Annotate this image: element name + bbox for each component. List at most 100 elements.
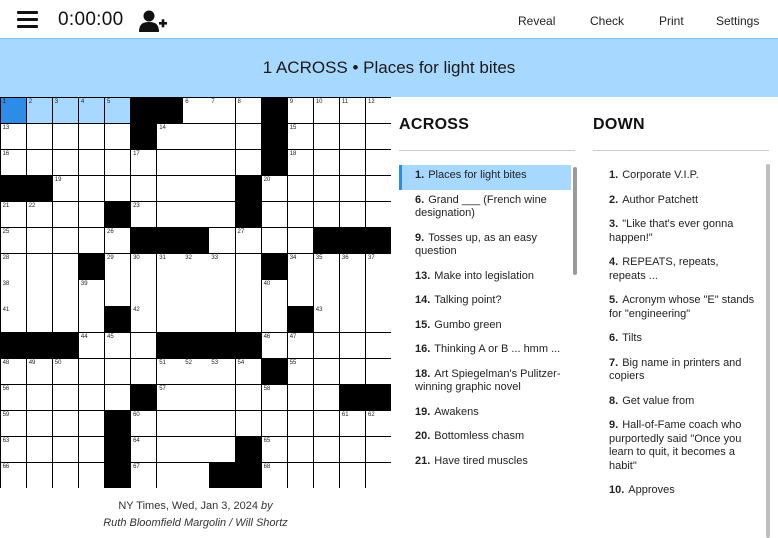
grid-cell[interactable]: 63 (0, 436, 26, 463)
grid-cell[interactable]: 41 (0, 306, 26, 332)
grid-cell[interactable] (78, 202, 105, 228)
grid-cell[interactable]: 66 (0, 463, 26, 489)
grid-cell[interactable] (366, 358, 392, 384)
down-clue-item[interactable]: 4. REPEATS, repeats, repeats ... (593, 252, 765, 290)
down-clue-item[interactable]: 9. Hall-of-Fame coach who purportedly sai… (593, 415, 765, 480)
grid-cell[interactable] (209, 436, 235, 463)
grid-cell[interactable] (339, 332, 366, 358)
across-clue-item[interactable]: 15. Gumbo green (399, 315, 571, 340)
grid-cell[interactable]: 54 (235, 358, 261, 384)
grid-cell[interactable] (183, 463, 209, 489)
hamburger-menu-icon[interactable] (17, 11, 38, 28)
grid-cell[interactable]: 21 (0, 202, 26, 228)
crossword-grid[interactable]: 1 2 3 4 5 6 7 8 9 10 11 12 13 14 15 16 17 18 19 20 21 22 23 25 2… (0, 97, 392, 489)
grid-cell[interactable] (78, 358, 105, 384)
grid-cell[interactable]: 64 (131, 436, 157, 463)
grid-cell[interactable] (313, 149, 340, 176)
grid-cell[interactable]: 10 (313, 97, 340, 123)
grid-cell[interactable] (235, 254, 261, 280)
grid-cell[interactable] (366, 123, 392, 150)
grid-cell[interactable] (339, 202, 366, 228)
grid-cell[interactable] (105, 358, 131, 384)
grid-cell[interactable] (366, 202, 392, 228)
grid-cell[interactable]: 6 (183, 97, 209, 123)
grid-cell[interactable] (339, 175, 366, 202)
grid-cell[interactable] (235, 280, 261, 306)
grid-cell[interactable] (131, 280, 157, 306)
grid-cell[interactable] (235, 384, 261, 411)
grid-cell[interactable]: 8 (235, 97, 261, 123)
grid-cell[interactable] (78, 149, 105, 176)
grid-cell[interactable] (235, 306, 261, 332)
grid-cell[interactable]: 12 (366, 97, 392, 123)
grid-cell[interactable]: 44 (78, 332, 105, 358)
across-clue-item[interactable]: 6. Grand ___ (French wine designation) (399, 190, 571, 228)
grid-cell[interactable]: 40 (261, 280, 287, 306)
grid-cell[interactable] (339, 436, 366, 463)
grid-cell[interactable]: 46 (261, 332, 287, 358)
grid-cell[interactable] (131, 332, 157, 358)
grid-cell[interactable]: 19 (52, 175, 79, 202)
grid-cell[interactable]: 17 (131, 149, 157, 176)
grid-cell[interactable] (366, 175, 392, 202)
grid-cell[interactable] (313, 280, 340, 306)
grid-cell[interactable] (26, 463, 53, 489)
down-clue-item[interactable]: 5. Acronym whose "E" stands for "engineer… (593, 290, 765, 328)
grid-cell[interactable] (313, 202, 340, 228)
grid-cell[interactable] (78, 463, 105, 489)
grid-cell[interactable] (52, 463, 79, 489)
grid-cell[interactable] (366, 149, 392, 176)
grid-cell[interactable] (287, 410, 314, 437)
grid-cell[interactable] (52, 202, 79, 228)
grid-cell[interactable] (105, 149, 131, 176)
grid-cell[interactable]: 51 (157, 358, 183, 384)
grid-cell[interactable]: 53 (209, 358, 235, 384)
grid-cell[interactable]: 33 (209, 254, 235, 280)
grid-cell[interactable]: 52 (183, 358, 209, 384)
grid-cell[interactable] (131, 358, 157, 384)
grid-cell[interactable] (209, 228, 235, 254)
grid-cell[interactable] (52, 436, 79, 463)
grid-cell[interactable] (313, 410, 340, 437)
grid-cell[interactable] (26, 306, 53, 332)
grid-cell[interactable]: 68 (261, 463, 287, 489)
across-scrollbar[interactable] (573, 167, 577, 275)
grid-cell[interactable] (78, 228, 105, 254)
grid-cell[interactable]: 67 (131, 463, 157, 489)
grid-cell[interactable] (313, 358, 340, 384)
across-clue-item[interactable]: 14. Talking point? (399, 290, 571, 315)
grid-cell[interactable] (209, 175, 235, 202)
grid-cell[interactable]: 43 (313, 306, 340, 332)
grid-cell[interactable]: 65 (261, 436, 287, 463)
grid-cell[interactable] (209, 306, 235, 332)
grid-cell[interactable] (105, 384, 131, 411)
grid-cell[interactable]: 14 (157, 123, 183, 150)
down-clue-item[interactable]: 2. Author Patchett (593, 190, 765, 215)
grid-cell[interactable]: 9 (287, 97, 314, 123)
grid-cell[interactable] (157, 463, 183, 489)
grid-cell[interactable] (52, 306, 79, 332)
grid-cell[interactable] (313, 123, 340, 150)
grid-cell[interactable] (105, 280, 131, 306)
grid-cell[interactable]: 13 (0, 123, 26, 150)
grid-cell[interactable] (26, 280, 53, 306)
grid-cell[interactable]: 38 (0, 280, 26, 306)
grid-cell[interactable]: 61 (339, 410, 366, 437)
grid-cell[interactable] (287, 175, 314, 202)
grid-cell[interactable] (287, 202, 314, 228)
down-clue-item[interactable]: 7. Big name in printers and copiers (593, 353, 765, 391)
grid-cell[interactable]: 60 (131, 410, 157, 437)
down-clue-item[interactable]: 3. "Like that's ever gonna happen!" (593, 214, 765, 252)
grid-cell[interactable]: 11 (339, 97, 366, 123)
grid-cell[interactable] (339, 358, 366, 384)
grid-cell[interactable] (105, 123, 131, 150)
grid-cell[interactable] (52, 149, 79, 176)
grid-cell[interactable] (183, 436, 209, 463)
grid-cell[interactable]: 31 (157, 254, 183, 280)
grid-cell[interactable]: 30 (131, 254, 157, 280)
grid-cell[interactable] (183, 384, 209, 411)
grid-cell[interactable]: 47 (287, 332, 314, 358)
grid-cell[interactable] (26, 149, 53, 176)
grid-cell[interactable]: 57 (157, 384, 183, 411)
grid-cell[interactable]: 55 (287, 358, 314, 384)
